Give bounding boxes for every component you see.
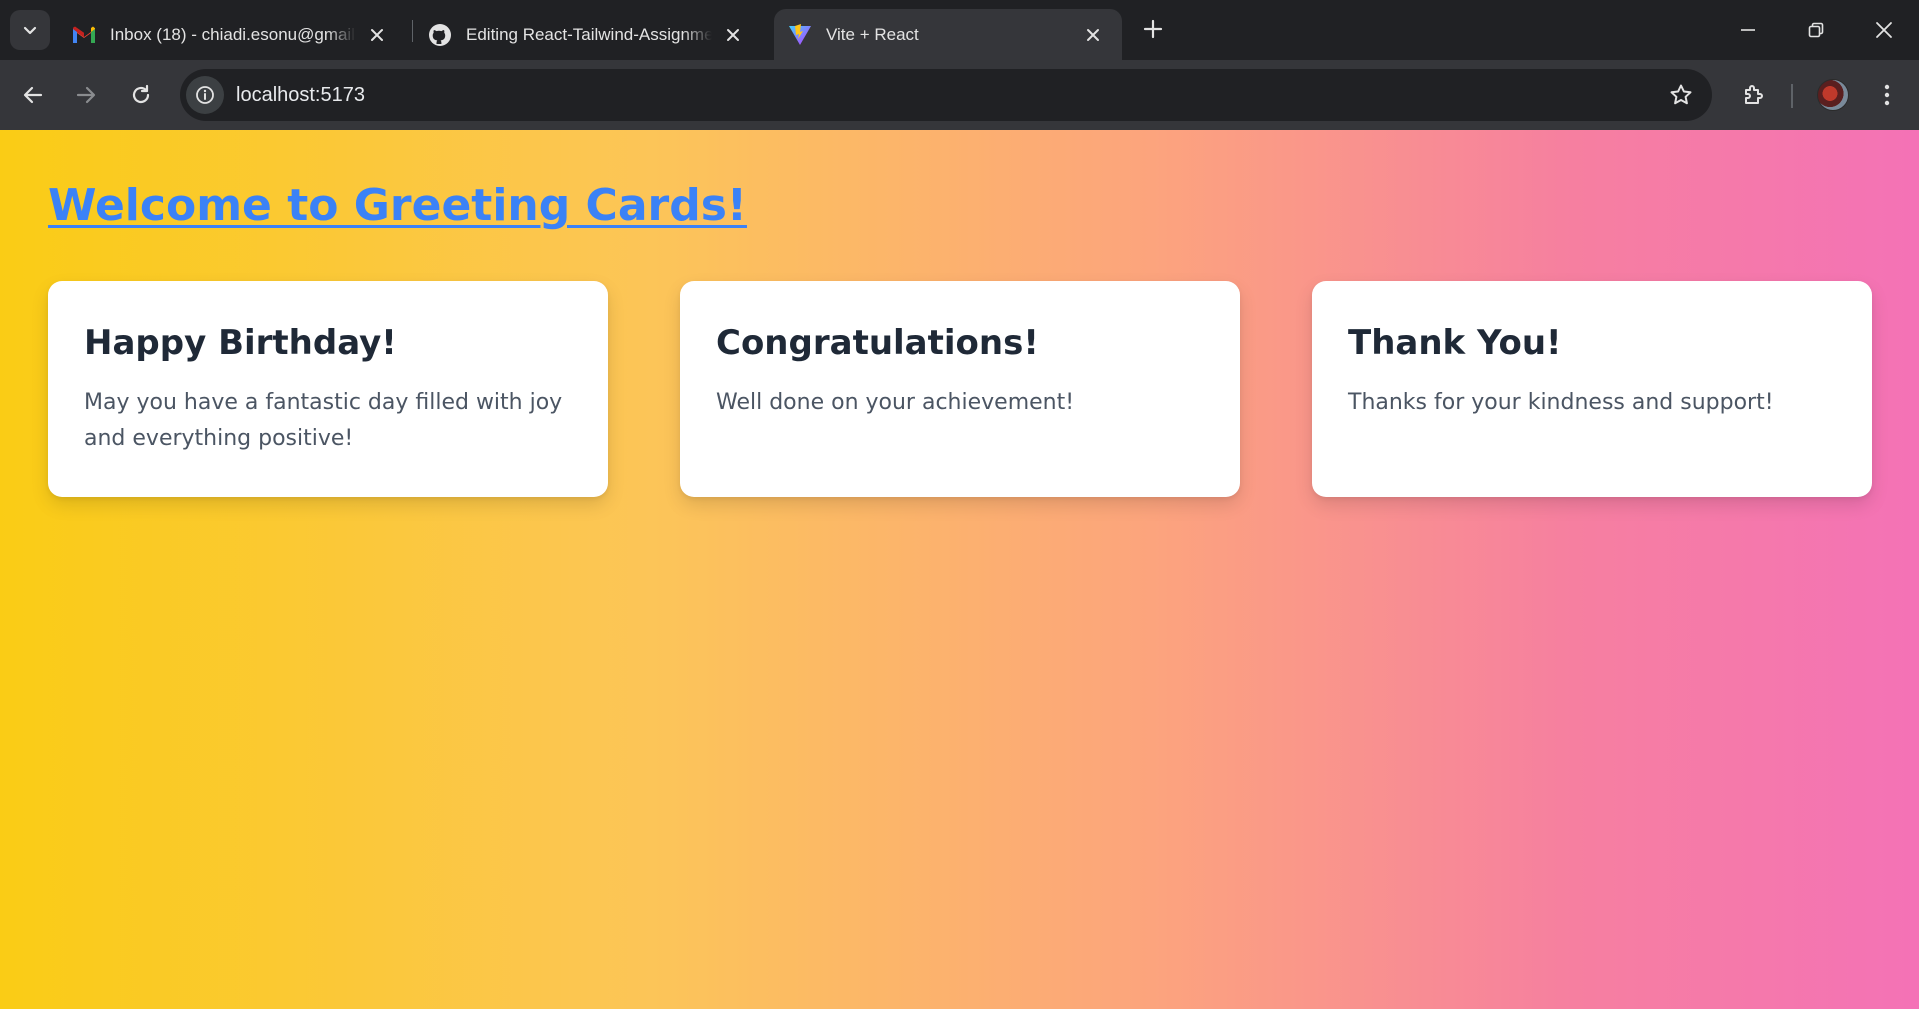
restore-icon — [1808, 22, 1824, 38]
tab-gmail[interactable]: Inbox (18) - chiadi.esonu@gmail.com — [58, 9, 406, 60]
card-message: Thanks for your kindness and support! — [1348, 390, 1774, 415]
close-window-button[interactable] — [1850, 0, 1918, 60]
minimize-button[interactable] — [1714, 0, 1782, 60]
extensions-button[interactable] — [1734, 75, 1774, 115]
minimize-icon — [1741, 29, 1755, 31]
card-title: Happy Birthday! — [84, 323, 397, 363]
greeting-card-congratulations: Congratulations! Well done on your achie… — [680, 281, 1240, 497]
url-text[interactable]: localhost:5173 — [236, 69, 365, 121]
reload-button[interactable] — [121, 75, 161, 115]
tab-strip: Inbox (18) - chiadi.esonu@gmail.com Edit… — [0, 0, 1919, 60]
vite-icon — [788, 23, 812, 47]
site-info-button[interactable] — [186, 76, 224, 114]
greeting-card-birthday: Happy Birthday! May you have a fantastic… — [48, 281, 608, 497]
bookmark-button[interactable] — [1666, 80, 1696, 110]
page-viewport: Welcome to Greeting Cards! Happy Birthda… — [0, 130, 1919, 1009]
github-icon — [428, 23, 452, 47]
new-tab-button[interactable] — [1136, 12, 1170, 46]
tab-title: Vite + React — [826, 24, 919, 44]
tab-title: Editing React-Tailwind-Assignment — [466, 24, 712, 44]
puzzle-icon — [1745, 85, 1763, 104]
more-vertical-icon — [1884, 84, 1890, 106]
page-title: Welcome to Greeting Cards! — [48, 180, 747, 231]
profile-avatar[interactable] — [1817, 79, 1849, 111]
tab-separator — [412, 20, 413, 42]
card-message: Well done on your achievement! — [716, 390, 1075, 415]
greeting-card-thank-you: Thank You! Thanks for your kindness and … — [1312, 281, 1872, 497]
info-icon — [196, 86, 214, 104]
card-title: Thank You! — [1348, 323, 1562, 363]
card-title: Congratulations! — [716, 323, 1039, 363]
close-icon[interactable] — [366, 24, 388, 46]
plus-icon — [1143, 19, 1163, 39]
tab-github[interactable]: Editing React-Tailwind-Assignment — [414, 9, 762, 60]
back-button[interactable] — [13, 75, 53, 115]
arrow-right-icon — [76, 86, 96, 104]
close-icon — [1876, 22, 1892, 38]
tab-vite-react[interactable]: Vite + React — [774, 9, 1122, 60]
gmail-icon — [72, 23, 96, 47]
tab-title: Inbox (18) - chiadi.esonu@gmail.com — [110, 24, 356, 44]
menu-button[interactable] — [1867, 75, 1907, 115]
forward-button[interactable] — [66, 75, 106, 115]
arrow-left-icon — [23, 86, 43, 104]
reload-icon — [132, 84, 150, 104]
chevron-down-icon — [23, 26, 37, 35]
address-bar[interactable]: localhost:5173 — [180, 69, 1712, 121]
close-icon[interactable] — [1082, 24, 1104, 46]
close-icon[interactable] — [722, 24, 744, 46]
tab-search-button[interactable] — [10, 10, 50, 50]
card-message: May you have a fantastic day filled with… — [84, 390, 563, 451]
browser-toolbar: localhost:5173 — [0, 60, 1919, 130]
restore-button[interactable] — [1782, 0, 1850, 60]
toolbar-divider — [1791, 84, 1793, 108]
star-icon — [1670, 84, 1692, 105]
